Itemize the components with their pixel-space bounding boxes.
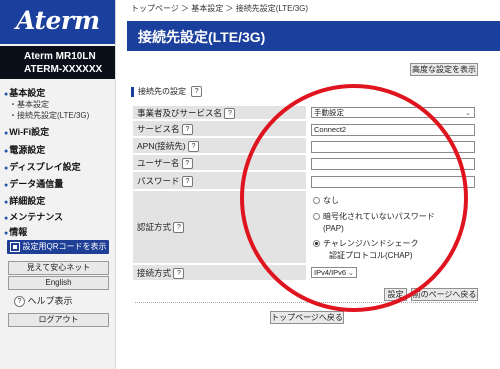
safety-net-button[interactable]: 見えて安心ネット: [8, 261, 109, 275]
nav-maintenance[interactable]: ●メンテナンス: [4, 210, 63, 223]
connection-type-select[interactable]: IPv4/IPv6 ⌄: [311, 267, 357, 278]
help-icon[interactable]: ?: [181, 176, 193, 188]
password-input[interactable]: [311, 176, 475, 188]
help-icon[interactable]: ?: [191, 86, 203, 98]
username-input[interactable]: [311, 158, 475, 170]
nav-info[interactable]: ●情報: [4, 225, 27, 238]
service-label: サービス名 ?: [133, 121, 306, 137]
connection-type-label-text: 接続方式: [137, 268, 172, 278]
english-button[interactable]: English: [8, 276, 109, 290]
top-page-button[interactable]: トップページへ戻る: [270, 311, 344, 324]
help-icon[interactable]: ?: [173, 222, 185, 234]
help-icon[interactable]: ?: [181, 158, 193, 170]
bullet-icon: ●: [4, 165, 9, 172]
section-marker: [131, 86, 134, 97]
password-label-text: パスワード: [137, 176, 180, 186]
bullet-icon: ●: [4, 130, 9, 137]
nav-info-label: 情報: [9, 227, 28, 237]
auth-chap-label-2: 認証プロトコル(CHAP): [329, 251, 413, 260]
bullet-icon: ●: [4, 91, 9, 98]
username-label-text: ユーザー名: [137, 158, 180, 168]
title-bar: 接続先設定(LTE/3G): [127, 21, 500, 51]
auth-none-label: なし: [323, 196, 339, 205]
nav-detail-label: 詳細設定: [9, 196, 46, 206]
nav-display[interactable]: ●ディスプレイ設定: [4, 160, 81, 173]
model-name: Aterm MR10LN: [24, 51, 96, 62]
connection-type-value: IPv4/IPv6: [314, 268, 347, 277]
back-button[interactable]: 前のページへ戻る: [411, 288, 478, 301]
nav-wifi[interactable]: ●Wi-Fi設定: [4, 125, 49, 138]
nav-power[interactable]: ●電源設定: [4, 143, 45, 156]
bullet-icon: ●: [4, 199, 9, 206]
nav-basic[interactable]: ●基本設定: [4, 86, 45, 99]
help-icon: ?: [14, 296, 25, 308]
logout-button[interactable]: ログアウト: [8, 313, 109, 327]
help-icon[interactable]: ?: [224, 108, 236, 120]
auth-chap-radio[interactable]: [313, 240, 320, 247]
bullet-icon: ●: [4, 215, 9, 222]
advanced-settings-button[interactable]: 高度な設定を表示: [410, 63, 478, 76]
auth-label: 認証方式 ?: [133, 191, 306, 264]
nav-display-label: ディスプレイ設定: [9, 162, 81, 172]
password-label: パスワード ?: [133, 172, 306, 190]
help-icon[interactable]: ?: [188, 141, 200, 153]
help-icon[interactable]: ?: [173, 268, 185, 280]
chevron-down-icon: ⌄: [464, 108, 471, 117]
nav-basic-label: 基本設定: [9, 88, 46, 98]
bullet-icon: ●: [4, 230, 9, 237]
model-info: Aterm MR10LN ATERM-XXXXXX: [0, 46, 115, 79]
auth-pap-label-2: (PAP): [323, 224, 344, 233]
auth-chap-label: チャレンジハンドシェーク: [323, 239, 419, 248]
help-icon[interactable]: ?: [181, 124, 193, 136]
help-toggle[interactable]: ? ヘルプ表示: [14, 294, 73, 308]
provider-select[interactable]: 手動設定 ⌄: [311, 107, 475, 118]
service-name-input[interactable]: Connect2: [311, 124, 475, 136]
qr-icon: [9, 241, 20, 252]
username-label: ユーザー名 ?: [133, 155, 306, 171]
nav-power-label: 電源設定: [9, 145, 46, 155]
apn-label-text: APN(接続先): [137, 141, 186, 151]
nav-detail[interactable]: ●詳細設定: [4, 194, 45, 207]
help-label: ヘルプ表示: [27, 296, 73, 306]
section-title: 接続先の設定 ?: [131, 86, 203, 98]
auth-label-text: 認証方式: [137, 222, 172, 232]
provider-label: 事業者及びサービス名 ?: [133, 106, 306, 120]
section-title-text: 接続先の設定: [138, 87, 186, 96]
breadcrumb: トップページ ＞ 基本設定 ＞ 接続先設定(LTE/3G): [131, 4, 309, 13]
nav-data[interactable]: ●データ通信量: [4, 177, 63, 190]
qr-code-button[interactable]: 設定用QRコードを表示: [7, 240, 109, 254]
provider-select-value: 手動設定: [314, 108, 344, 117]
bullet-icon: ●: [4, 148, 9, 155]
nav-connection-sub[interactable]: ・接続先設定(LTE/3G): [9, 110, 89, 121]
nav-basic-sub[interactable]: ・基本設定: [9, 99, 49, 110]
apn-label: APN(接続先) ?: [133, 138, 306, 154]
chevron-down-icon: ⌄: [347, 268, 354, 277]
nav-maintenance-label: メンテナンス: [9, 212, 64, 222]
bullet-icon: ●: [4, 182, 9, 189]
auth-pap-label: 暗号化されていないパスワード: [323, 212, 435, 221]
divider: [135, 302, 476, 303]
nav-data-label: データ通信量: [9, 179, 64, 189]
auth-pap-radio[interactable]: [313, 213, 320, 220]
page-title: 接続先設定(LTE/3G): [138, 29, 266, 45]
connection-type-label: 接続方式 ?: [133, 265, 306, 281]
aterm-logo: Aterm: [16, 6, 100, 35]
apn-input[interactable]: [311, 141, 475, 153]
auth-none-radio[interactable]: [313, 197, 320, 204]
qr-button-label: 設定用QRコードを表示: [22, 242, 107, 251]
service-label-text: サービス名: [137, 124, 180, 134]
nav-wifi-label: Wi-Fi設定: [9, 127, 50, 137]
provider-label-text: 事業者及びサービス名: [137, 108, 223, 118]
device-id: ATERM-XXXXXX: [24, 64, 103, 75]
logo-bar: Aterm: [0, 0, 115, 44]
set-button[interactable]: 設定: [384, 288, 407, 301]
